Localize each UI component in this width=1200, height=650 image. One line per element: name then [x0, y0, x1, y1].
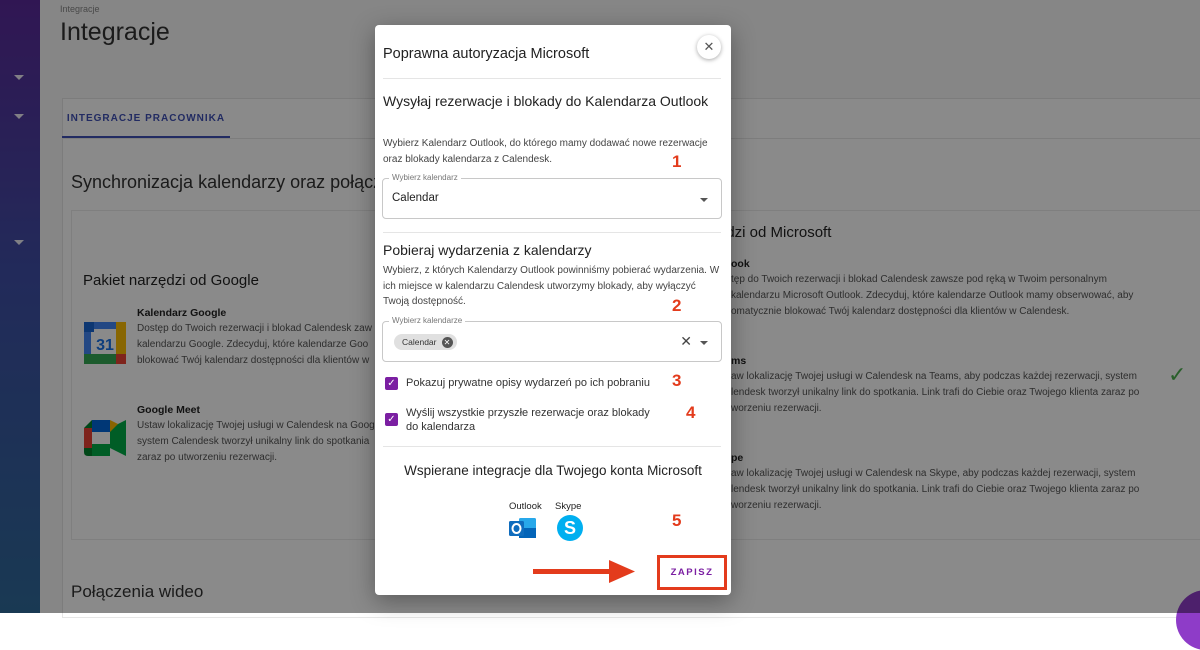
- dialog-title: Poprawna autoryzacja Microsoft: [383, 46, 590, 62]
- chip-remove-icon[interactable]: ✕: [441, 336, 453, 348]
- divider: [383, 78, 721, 79]
- calendar-select-value: Calendar: [392, 192, 439, 204]
- private-descriptions-label: Pokazuj prywatne opisy wydarzeń po ich p…: [406, 377, 650, 389]
- close-button[interactable]: ✕: [697, 35, 721, 59]
- divider: [383, 446, 721, 447]
- arrow-annotation: [533, 560, 635, 589]
- calendar-select-label: Wybierz kalendarz: [389, 173, 461, 182]
- divider: [383, 232, 721, 233]
- clear-icon[interactable]: ✕: [680, 333, 692, 350]
- fetch-heading: Pobieraj wydarzenia z kalendarzy: [383, 242, 592, 258]
- skype-icon: S: [556, 514, 584, 547]
- calendars-select-label: Wybierz kalendarze: [389, 316, 466, 325]
- step-number-3: 3: [672, 371, 682, 390]
- calendar-chip[interactable]: Calendar ✕: [394, 334, 457, 350]
- chevron-down-icon[interactable]: [700, 198, 708, 202]
- calendar-chip-label: Calendar: [402, 337, 437, 347]
- checkbox-checked-icon[interactable]: ✓: [385, 413, 398, 426]
- step-number-2: 2: [672, 296, 682, 315]
- supported-integrations-heading: Wspierane integracje dla Twojego konta M…: [404, 463, 702, 478]
- outlook-icon: [509, 516, 537, 547]
- checkbox-checked-icon[interactable]: ✓: [385, 377, 398, 390]
- skype-label: Skype: [555, 501, 582, 512]
- chevron-down-icon[interactable]: [700, 341, 708, 345]
- private-descriptions-checkbox[interactable]: ✓ Pokazuj prywatne opisy wydarzeń po ich…: [385, 376, 650, 390]
- svg-text:S: S: [564, 518, 576, 538]
- send-all-checkbox[interactable]: ✓ Wyślij wszystkie przyszłe rezerwacje o…: [385, 406, 665, 434]
- close-icon: ✕: [703, 39, 715, 54]
- calendars-multiselect[interactable]: Wybierz kalendarze Calendar ✕ ✕: [382, 316, 722, 362]
- step-number-1: 1: [672, 152, 682, 171]
- send-heading: Wysyłaj rezerwacje i blokady do Kalendar…: [383, 93, 709, 109]
- step-number-4: 4: [686, 403, 696, 422]
- send-all-label: Wyślij wszystkie przyszłe rezerwacje ora…: [406, 407, 650, 433]
- save-button[interactable]: ZAPISZ: [657, 555, 727, 590]
- microsoft-auth-dialog: Poprawna autoryzacja Microsoft ✕ Wysyłaj…: [375, 25, 731, 595]
- calendar-select[interactable]: Wybierz kalendarz Calendar: [382, 173, 722, 219]
- step-number-5: 5: [672, 511, 682, 530]
- outlook-label: Outlook: [509, 501, 542, 512]
- save-button-label: ZAPISZ: [670, 567, 714, 578]
